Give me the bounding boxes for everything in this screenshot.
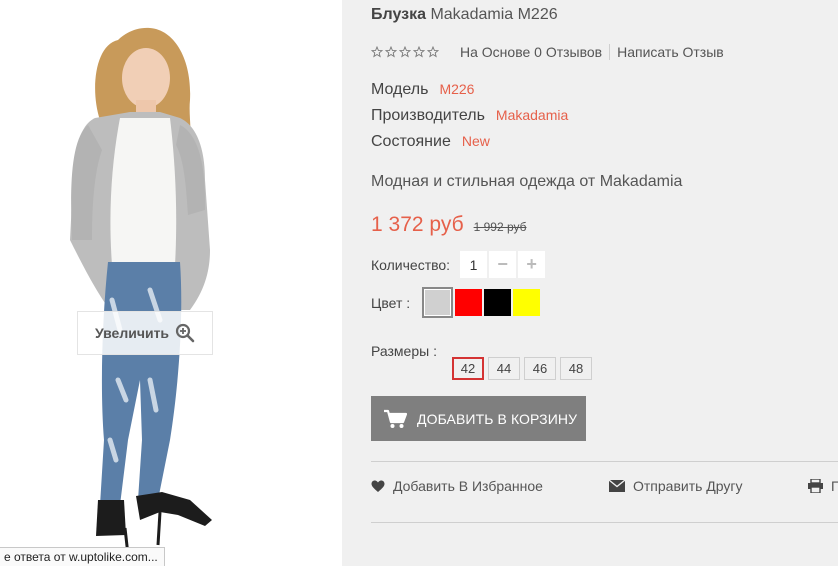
send-to-friend-link[interactable]: Отправить Другу bbox=[609, 478, 743, 494]
write-review-link[interactable]: Написать Отзыв bbox=[617, 44, 724, 60]
product-title: Блузка Makadamia M226 bbox=[371, 6, 558, 24]
product-actions: Добавить В Избранное Отправить Другу П bbox=[371, 478, 838, 498]
divider-top bbox=[371, 461, 838, 462]
spec-condition-label: Состояние bbox=[371, 133, 451, 150]
spec-model: Модель M226 bbox=[371, 81, 474, 99]
send-to-friend-label: Отправить Другу bbox=[633, 478, 743, 494]
divider-bottom bbox=[371, 522, 838, 523]
color-swatch-gray[interactable] bbox=[422, 287, 453, 318]
add-to-cart-label: ДОБАВИТЬ В КОРЗИНУ bbox=[417, 410, 578, 427]
spec-model-value[interactable]: M226 bbox=[439, 81, 474, 97]
color-swatch-yellow[interactable] bbox=[513, 289, 540, 316]
quantity-minus-button[interactable]: − bbox=[489, 251, 517, 278]
price-old: 1 992 руб bbox=[473, 220, 527, 234]
star-rating[interactable] bbox=[371, 46, 439, 58]
add-to-cart-button[interactable]: ДОБАВИТЬ В КОРЗИНУ bbox=[371, 396, 586, 441]
size-option[interactable]: 42 bbox=[452, 357, 484, 380]
spec-manufacturer-label: Производитель bbox=[371, 107, 485, 124]
spec-condition-value: New bbox=[461, 133, 490, 149]
star-empty-icon bbox=[399, 46, 411, 58]
spec-condition: Состояние New bbox=[371, 133, 490, 151]
product-title-name: Makadamia M226 bbox=[430, 6, 558, 23]
product-image-panel[interactable]: Увеличить е ответа от w.uptolike.com... bbox=[0, 0, 342, 566]
print-link[interactable]: П bbox=[808, 478, 838, 494]
quantity-row: Количество: 1 − + bbox=[371, 251, 546, 278]
printer-icon bbox=[808, 479, 823, 493]
color-swatch-black[interactable] bbox=[484, 289, 511, 316]
reviews-count-link[interactable]: На Основе 0 Отзывов bbox=[460, 44, 602, 60]
zoom-button[interactable]: Увеличить bbox=[77, 311, 213, 355]
magnifier-plus-icon bbox=[175, 323, 195, 343]
rating-row: На Основе 0 Отзывов Написать Отзыв bbox=[371, 44, 724, 60]
rating-divider bbox=[609, 44, 611, 60]
product-photo[interactable] bbox=[0, 0, 342, 566]
star-empty-icon bbox=[385, 46, 397, 58]
zoom-label: Увеличить bbox=[94, 325, 170, 341]
spec-manufacturer: Производитель Makadamia bbox=[371, 107, 568, 125]
size-option[interactable]: 44 bbox=[488, 357, 520, 380]
color-label: Цвет : bbox=[371, 294, 411, 311]
add-to-wishlist-link[interactable]: Добавить В Избранное bbox=[371, 478, 543, 494]
heart-icon bbox=[371, 480, 385, 492]
quantity-input[interactable]: 1 bbox=[460, 251, 488, 278]
price-current: 1 372 руб bbox=[371, 213, 464, 236]
product-title-type: Блузка bbox=[371, 6, 426, 23]
add-to-wishlist-label: Добавить В Избранное bbox=[393, 478, 543, 494]
color-swatch-red[interactable] bbox=[455, 289, 482, 316]
star-empty-icon bbox=[427, 46, 439, 58]
spec-model-label: Модель bbox=[371, 81, 429, 98]
shopping-cart-icon bbox=[384, 409, 407, 428]
product-description: Модная и стильная одежда от Makadamia bbox=[371, 173, 683, 190]
size-options: 42 44 46 48 bbox=[452, 357, 592, 380]
size-option[interactable]: 46 bbox=[524, 357, 556, 380]
envelope-icon bbox=[609, 480, 625, 492]
size-option[interactable]: 48 bbox=[560, 357, 592, 380]
spec-manufacturer-value[interactable]: Makadamia bbox=[496, 107, 568, 123]
star-empty-icon bbox=[413, 46, 425, 58]
price-block: 1 372 руб 1 992 руб bbox=[371, 213, 527, 237]
color-row: Цвет : bbox=[371, 287, 542, 318]
browser-status-tooltip: е ответа от w.uptolike.com... bbox=[0, 547, 165, 566]
print-label: П bbox=[831, 478, 838, 494]
quantity-label: Количество: bbox=[371, 256, 451, 273]
sizes-label: Размеры : bbox=[371, 343, 437, 359]
star-empty-icon bbox=[371, 46, 383, 58]
quantity-plus-button[interactable]: + bbox=[518, 251, 546, 278]
